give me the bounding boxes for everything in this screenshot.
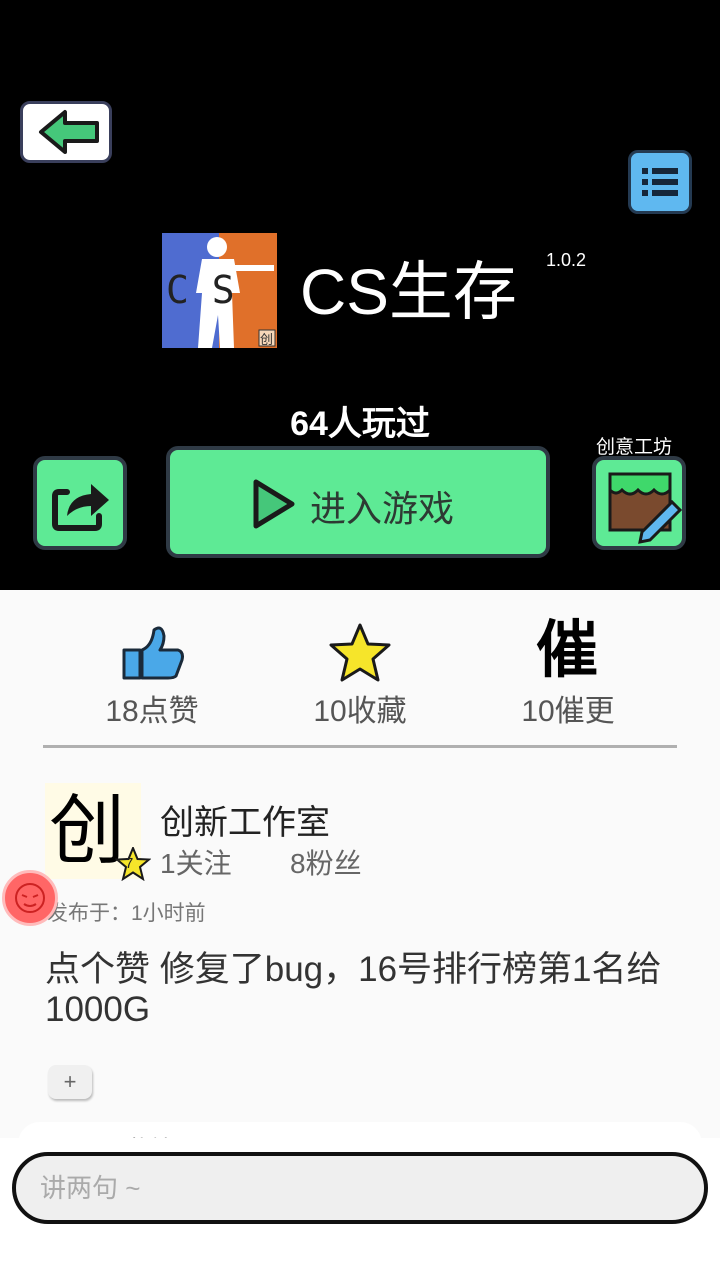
game-version: 1.0.2 bbox=[546, 250, 587, 270]
play-game-label: 进入游戏 bbox=[310, 488, 455, 529]
follow-count: 1关注 bbox=[160, 848, 232, 879]
thumbs-up-icon bbox=[122, 626, 184, 680]
back-button[interactable] bbox=[20, 101, 112, 163]
play-game-button[interactable]: 进入游戏 bbox=[166, 446, 550, 558]
level-badge: 7 bbox=[125, 855, 134, 872]
workshop-label: 创意工坊 bbox=[596, 437, 673, 458]
share-icon bbox=[52, 484, 109, 531]
floating-emoji-button[interactable] bbox=[2, 870, 58, 926]
cui-icon: 催 bbox=[536, 616, 599, 685]
fans-count: 8粉丝 bbox=[290, 848, 362, 879]
menu-button[interactable] bbox=[628, 150, 692, 214]
back-arrow-icon bbox=[39, 110, 99, 154]
like-count: 18点赞 bbox=[105, 695, 199, 728]
star-icon bbox=[329, 623, 391, 682]
workshop-button[interactable] bbox=[592, 456, 686, 550]
post-time: 发布于：1小时前 bbox=[47, 902, 206, 925]
devil-face-icon bbox=[15, 883, 45, 913]
author-name[interactable]: 创新工作室 bbox=[160, 795, 330, 844]
share-button[interactable] bbox=[33, 456, 127, 550]
game-icon-stamp: 创 bbox=[260, 332, 273, 347]
favorite-count: 10收藏 bbox=[313, 695, 407, 728]
add-tag-button[interactable]: + bbox=[48, 1065, 92, 1099]
author-avatar[interactable]: 创 7 bbox=[45, 783, 151, 881]
section-divider bbox=[43, 745, 677, 748]
game-icon-letters: C S bbox=[166, 268, 235, 312]
avatar-glyph: 创 bbox=[49, 789, 125, 874]
game-description: 点个赞 修复了bug，16号排行榜第1名给1000G bbox=[45, 950, 662, 1029]
list-menu-icon bbox=[642, 168, 678, 196]
workshop-icon bbox=[608, 472, 682, 544]
urge-count: 10催更 bbox=[521, 695, 615, 728]
game-icon: C S 创 bbox=[162, 233, 277, 348]
comment-input[interactable] bbox=[12, 1152, 708, 1224]
game-title: CS生存 bbox=[300, 256, 517, 328]
play-icon bbox=[253, 479, 295, 529]
